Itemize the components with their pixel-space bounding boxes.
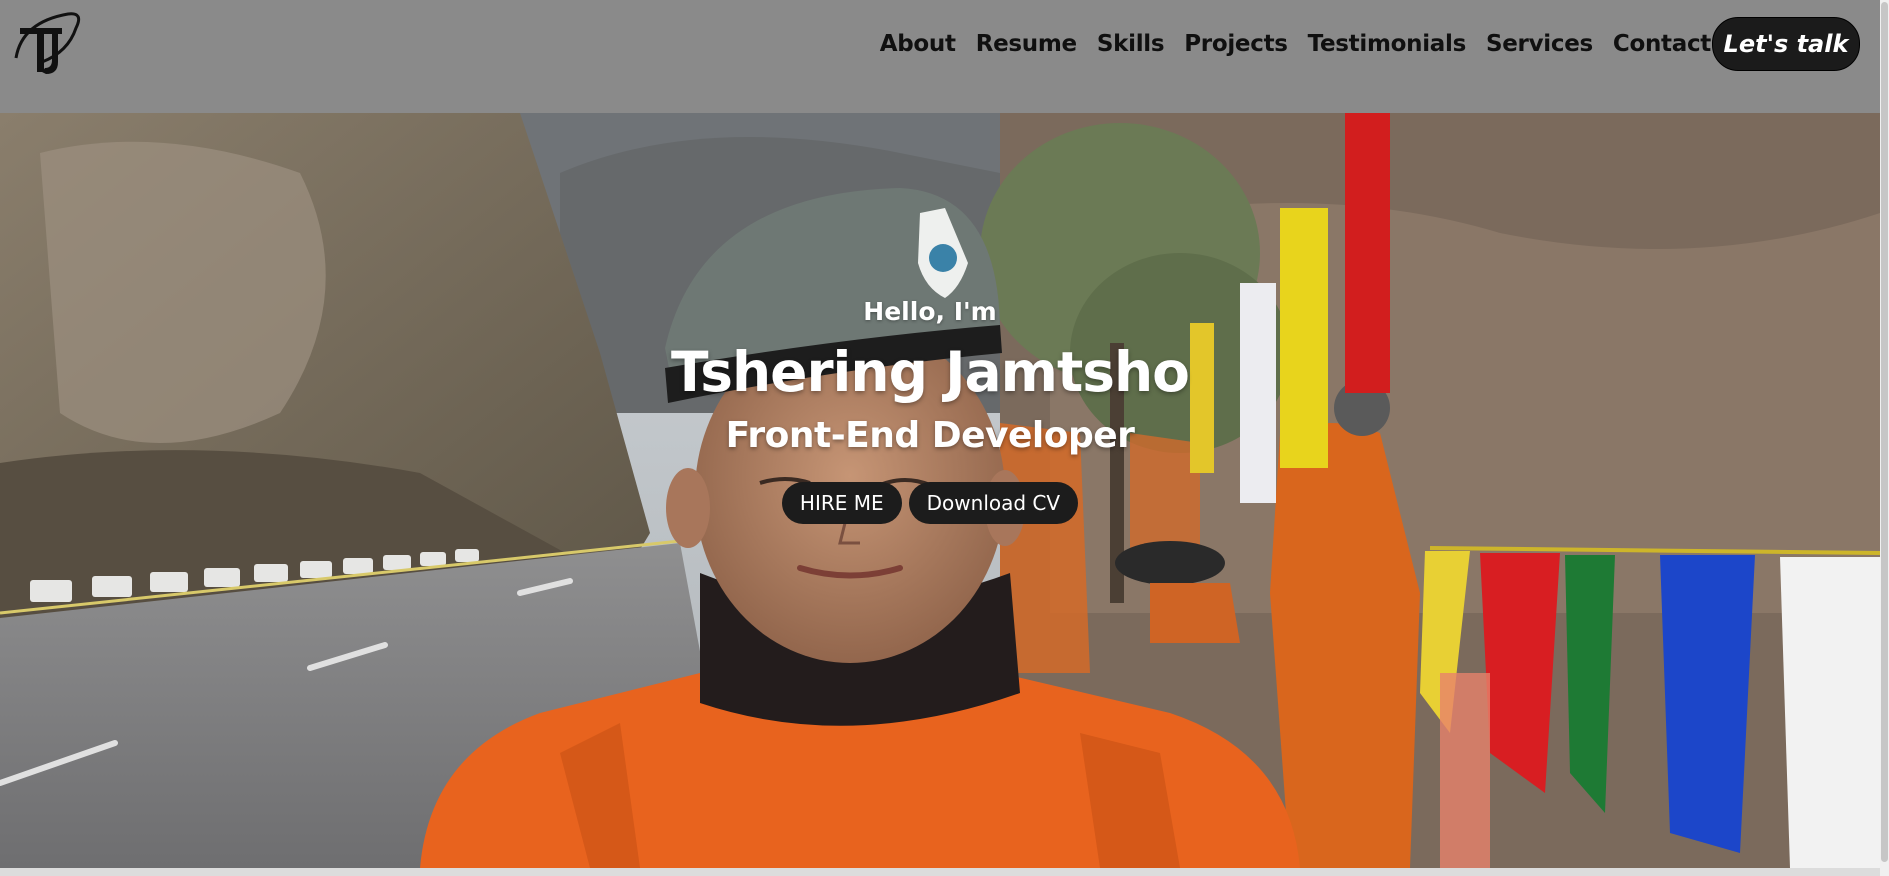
- site-header: About Resume Skills Projects Testimonial…: [0, 0, 1880, 113]
- hero-greeting: Hello, I'm: [863, 297, 997, 326]
- nav-skills[interactable]: Skills: [1097, 31, 1165, 57]
- nav-testimonials[interactable]: Testimonials: [1308, 31, 1467, 57]
- page-bottom-divider: [0, 868, 1880, 876]
- hero-buttons: HIRE ME Download CV: [0, 482, 1860, 524]
- nav-projects[interactable]: Projects: [1184, 31, 1288, 57]
- page-scrollbar[interactable]: [1880, 0, 1889, 876]
- hire-me-button[interactable]: HIRE ME: [781, 482, 902, 524]
- nav-contact[interactable]: Contact: [1613, 31, 1711, 57]
- nav-services[interactable]: Services: [1486, 31, 1593, 57]
- logo-icon[interactable]: [12, 8, 84, 80]
- hero-section: Hello, I'm Tshering Jamtsho Front-End De…: [0, 113, 1880, 868]
- nav-about[interactable]: About: [880, 31, 956, 57]
- download-cv-button[interactable]: Download CV: [908, 482, 1079, 524]
- main-nav: About Resume Skills Projects Testimonial…: [860, 26, 1712, 62]
- hero-role: Front-End Developer: [725, 415, 1135, 456]
- scrollbar-thumb[interactable]: [1881, 2, 1888, 862]
- nav-resume[interactable]: Resume: [976, 31, 1077, 57]
- lets-talk-button[interactable]: Let's talk: [1712, 17, 1860, 71]
- hero-name: Tshering Jamtsho: [671, 340, 1190, 404]
